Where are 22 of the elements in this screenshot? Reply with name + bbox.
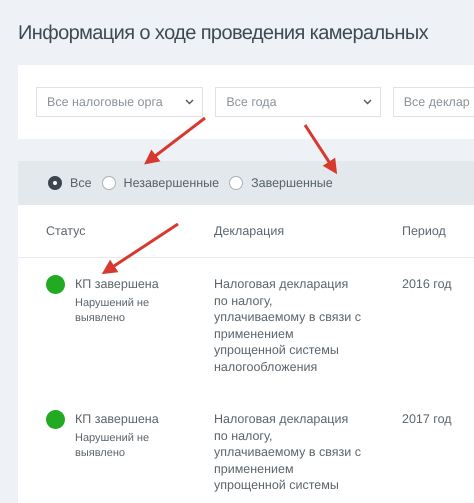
caret-icon (362, 99, 372, 105)
column-header: Статус (46, 224, 87, 238)
status-radio[interactable]: Незавершенные (102, 176, 220, 190)
filter-dropdown[interactable]: Все года (215, 87, 381, 117)
declaration-cell-text: Налоговая декларация по налогу, уплачиваемому в связи с применением упрощенной системы налогообложения (214, 276, 362, 375)
status-text: КП завершена (75, 411, 159, 428)
status-radio[interactable]: Все (48, 176, 92, 190)
annotation-arrow (304, 124, 338, 174)
column-header: Декларация (214, 224, 286, 238)
period-cell-text: 2016 год (402, 276, 452, 293)
page-title: Информация о ходе проведения камеральных (18, 22, 428, 45)
status-radio[interactable]: Завершенные (229, 176, 333, 190)
status-note: Нарушений не выявлено (75, 296, 150, 326)
filter-dropdown[interactable]: Все деклар (392, 87, 474, 117)
declaration-cell-text: Налоговая декларация по налогу, уплачиваемому в связи с применением упрощенной системы (214, 411, 362, 494)
status-text: КП завершена (75, 276, 159, 292)
caret-icon (185, 99, 194, 105)
column-header: Период (402, 224, 447, 238)
filter-dropdown[interactable]: Все налоговые орга (36, 87, 204, 117)
status-note: Нарушений не выявлено (75, 430, 150, 460)
annotation-arrow (144, 116, 206, 165)
period-cell-text: 2017 год (402, 411, 452, 428)
